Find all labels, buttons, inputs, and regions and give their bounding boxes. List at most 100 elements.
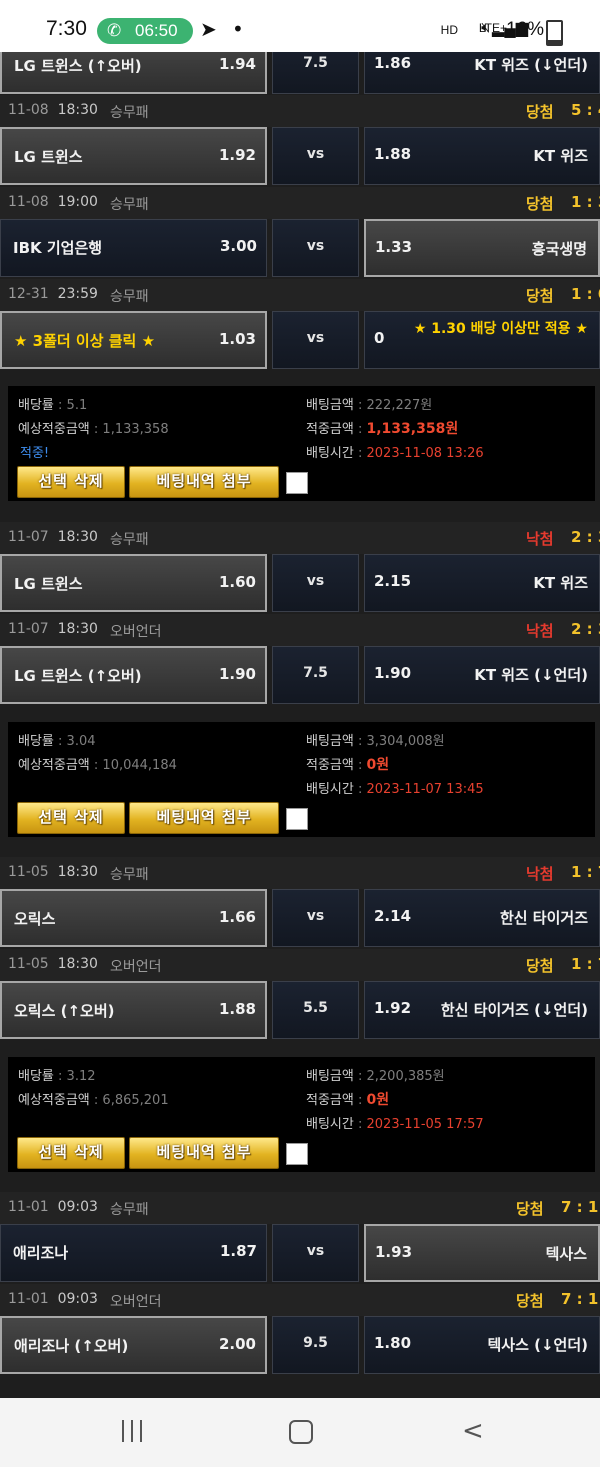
away-team: KT 위즈 (↓언더) [474, 666, 588, 684]
win-amount: 적중금액 : 0원 [306, 757, 390, 773]
vs-label: vs [306, 1243, 325, 1259]
game-row: 12-31 23:59 승무패 당첨 1 : 0 ★ 3폴더 이상 클릭 ★ 1… [0, 279, 600, 371]
mid-pick[interactable]: vs [272, 219, 359, 277]
home-pick[interactable]: 애리조나 1.87 [0, 1224, 267, 1282]
game-row: 11-08 19:00 승무패 당첨 1 : 3 IBK 기업은행 3.00 v… [0, 187, 600, 279]
result-badge: 당첨 [516, 1292, 544, 1310]
delete-selection-button[interactable]: 선택 삭제 [17, 466, 125, 498]
call-chip[interactable]: ✆ 06:50 [97, 18, 193, 44]
away-odds: 1.86 [374, 54, 412, 72]
mid-pick[interactable]: vs [272, 889, 359, 947]
game-date: 11-01 09:03 [8, 1199, 98, 1215]
home-pick[interactable]: ★ 3폴더 이상 클릭 ★ 1.03 [0, 311, 267, 369]
result-badge: 당첨 [526, 957, 554, 975]
mid-pick[interactable]: vs [272, 1224, 359, 1282]
attach-history-button[interactable]: 베팅내역 첨부 [129, 466, 279, 498]
home-team: 애리조나 (↑오버) [14, 1337, 129, 1355]
bet-history-list: LG 트윈스 (↑오버) 1.94 7.5 1.86 KT 위즈 (↓언더) 1… [0, 52, 600, 1398]
result-badge: 당첨 [526, 287, 554, 305]
away-pick[interactable]: 1.93 텍사스 [364, 1224, 600, 1282]
home-odds: 3.00 [219, 237, 257, 255]
home-team: LG 트윈스 [14, 148, 83, 166]
bet-amount: 배팅금액 : 2,200,385원 [306, 1069, 445, 1084]
home-pick[interactable]: IBK 기업은행 3.00 [0, 219, 267, 277]
home-pick[interactable]: LG 트윈스 (↑오버) 1.94 [0, 52, 267, 94]
home-pick[interactable]: 애리조나 (↑오버) 2.00 [0, 1316, 267, 1374]
home-team: LG 트윈스 (↑오버) [14, 57, 142, 75]
back-icon[interactable]: < [462, 1418, 484, 1444]
away-pick[interactable]: 1.33 흥국생명 [364, 219, 600, 277]
result-badge: 당첨 [526, 103, 554, 121]
score: 2 : 3 [571, 620, 600, 638]
home-icon[interactable] [289, 1420, 313, 1444]
mid-pick[interactable]: 5.5 [272, 981, 359, 1039]
status-bar: 7:30 ✆ 06:50 ➤ • 🔇︎ HD LTE+ ▂▄▆ 16% [0, 0, 600, 52]
hd-icon: HD [440, 23, 458, 37]
away-pick[interactable]: 1.80 텍사스 (↓언더) [364, 1316, 600, 1374]
mid-pick[interactable]: 7.5 [272, 646, 359, 704]
game-row: LG 트윈스 (↑오버) 1.94 7.5 1.86 KT 위즈 (↓언더) [0, 52, 600, 96]
home-odds: 1.66 [218, 908, 256, 926]
delete-selection-button[interactable]: 선택 삭제 [17, 802, 125, 834]
game-date: 11-01 09:03 [8, 1291, 98, 1307]
away-team: 한신 타이거즈 [499, 909, 588, 927]
expected-amount: 예상적중금액 : 10,044,184 [18, 758, 177, 773]
home-pick[interactable]: LG 트윈스 (↑오버) 1.90 [0, 646, 267, 704]
system-nav-bar: < [0, 1398, 600, 1467]
bet-time: 배팅시간 : 2023-11-07 13:45 [306, 782, 484, 797]
away-pick[interactable]: 2.15 KT 위즈 [364, 554, 600, 612]
mid-pick[interactable]: 9.5 [272, 1316, 359, 1374]
clock: 7:30 [46, 17, 87, 40]
game-date: 11-08 19:00 [8, 194, 98, 210]
select-checkbox[interactable] [286, 472, 308, 494]
result-badge: 당첨 [526, 195, 554, 213]
score: 1 : 3 [571, 193, 600, 211]
recent-apps-icon[interactable] [120, 1420, 144, 1442]
away-pick[interactable]: 2.14 한신 타이거즈 [364, 889, 600, 947]
home-pick[interactable]: LG 트윈스 1.92 [0, 127, 267, 185]
score: 1 : 7 [571, 955, 600, 973]
notification-dot-icon: • [232, 17, 244, 41]
away-pick[interactable]: 0 ★ 1.30 배당 이상만 적용 ★ [364, 311, 600, 369]
delete-selection-button[interactable]: 선택 삭제 [17, 1137, 125, 1169]
away-pick[interactable]: 1.86 KT 위즈 (↓언더) [364, 52, 600, 94]
game-type: 오버언더 [110, 624, 162, 640]
vs-label: vs [306, 573, 325, 589]
home-pick[interactable]: 오릭스 1.66 [0, 889, 267, 947]
result-badge: 낙첨 [526, 530, 554, 548]
vs-label: vs [306, 330, 325, 346]
odds-rate: 배당률 : 3.04 [18, 734, 96, 749]
mid-pick[interactable]: vs [272, 311, 359, 369]
score: 7 : 11 [561, 1290, 600, 1308]
home-odds: 1.94 [218, 55, 256, 73]
mid-pick[interactable]: 7.5 [272, 52, 359, 94]
game-type: 승무패 [110, 289, 149, 305]
telegram-icon: ➤ [200, 17, 217, 41]
home-pick[interactable]: 오릭스 (↑오버) 1.88 [0, 981, 267, 1039]
mid-pick[interactable]: vs [272, 127, 359, 185]
select-checkbox[interactable] [286, 808, 308, 830]
battery-percent: 16% [506, 19, 545, 40]
mid-pick[interactable]: vs [272, 554, 359, 612]
away-odds: 1.90 [374, 664, 412, 682]
away-odds: 1.33 [375, 238, 413, 256]
home-odds: 1.60 [218, 573, 256, 591]
game-type: 승무패 [110, 532, 149, 548]
attach-history-button[interactable]: 베팅내역 첨부 [129, 1137, 279, 1169]
phone-icon: ✆ [107, 21, 122, 40]
result-badge: 낙첨 [526, 622, 554, 640]
home-team: 오릭스 [14, 910, 56, 928]
away-pick[interactable]: 1.92 한신 타이거즈 (↓언더) [364, 981, 600, 1039]
select-checkbox[interactable] [286, 1143, 308, 1165]
attach-history-button[interactable]: 베팅내역 첨부 [129, 802, 279, 834]
away-pick[interactable]: 1.88 KT 위즈 [364, 127, 600, 185]
home-pick[interactable]: LG 트윈스 1.60 [0, 554, 267, 612]
call-timer: 06:50 [135, 21, 178, 40]
handicap: 7.5 [303, 665, 328, 681]
score: 2 : 3 [571, 528, 600, 546]
vs-label: vs [306, 908, 325, 924]
home-odds: 1.03 [218, 330, 256, 348]
score: 1 : 7 [571, 863, 600, 881]
away-pick[interactable]: 1.90 KT 위즈 (↓언더) [364, 646, 600, 704]
handicap: 9.5 [303, 1335, 328, 1351]
